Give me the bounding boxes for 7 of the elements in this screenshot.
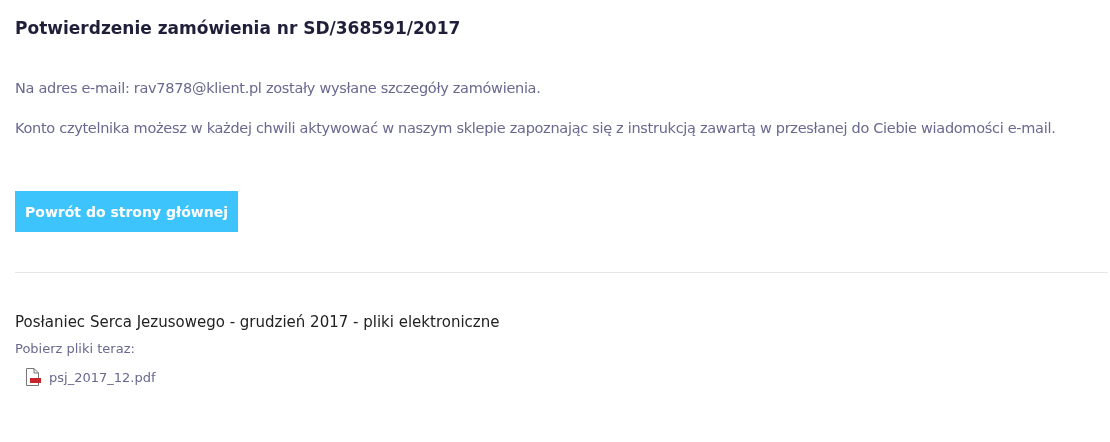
info-text: Na adres e-mail: rav7878@klient.pl zostały wysłane szczegóły zamówienia. bbox=[15, 79, 542, 98]
info-text: Konto czytelnika możesz w każdej chwili aktywować w naszym sklepie zapoznając się z instrukcją zawartą w przesłanej do Ciebie wiadomości e-mail. bbox=[15, 119, 1057, 138]
download-label: Pobierz pliki teraz: bbox=[15, 341, 136, 356]
pdf-file-icon bbox=[25, 368, 41, 386]
page-title: Potwierdzenie zamówienia nr SD/368591/2017 bbox=[15, 18, 462, 38]
file-link[interactable]: psj_2017_12.pdf bbox=[49, 369, 156, 385]
product-title: Posłaniec Serca Jezusowego - grudzień 2017 - pliki elektroniczne bbox=[15, 313, 501, 331]
